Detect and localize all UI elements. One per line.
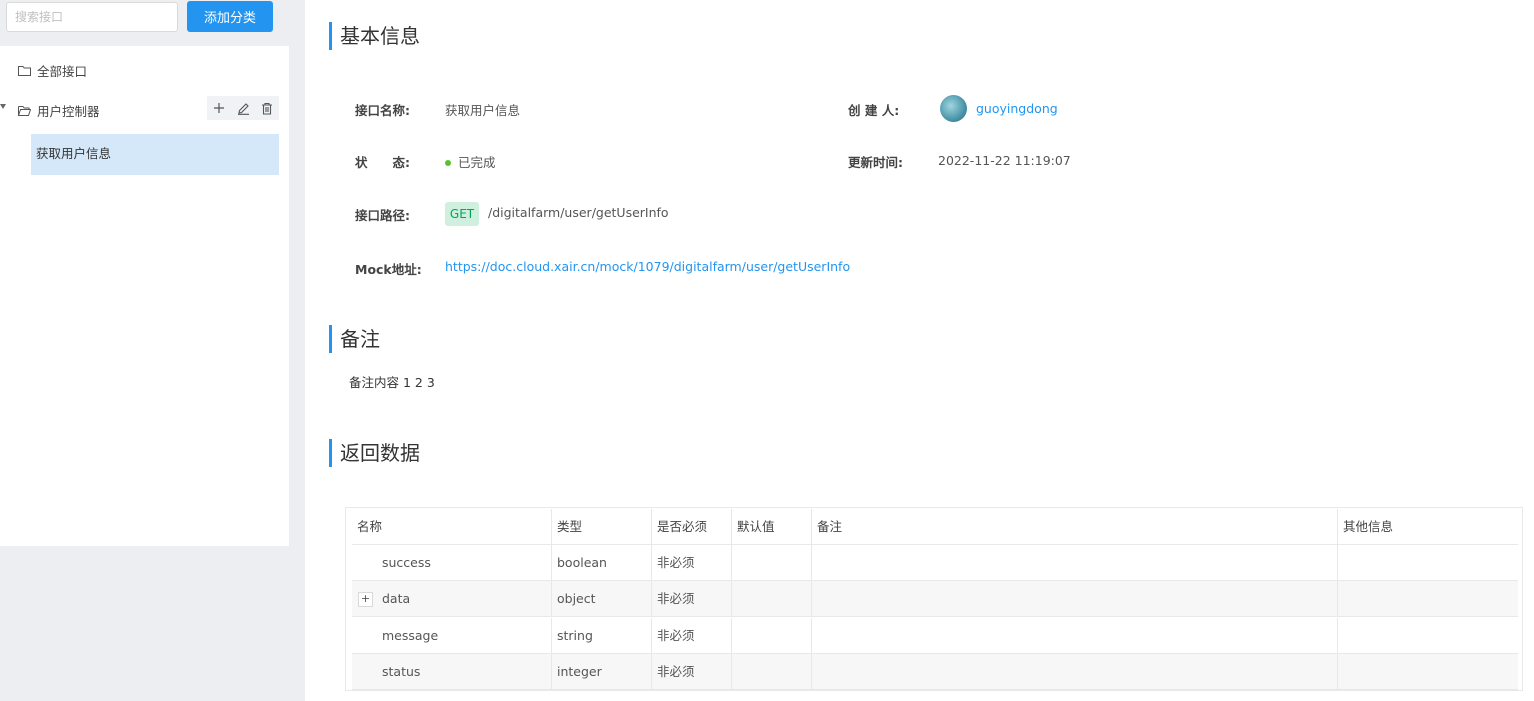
field-required: 非必须 xyxy=(652,545,732,580)
caret-down-icon[interactable] xyxy=(0,104,6,109)
group-actions xyxy=(207,96,279,120)
sidebar: 添加分类 全部接口 用户控制器 获取用户信息 xyxy=(0,0,289,546)
field-required: 非必须 xyxy=(652,581,732,616)
table-row: + data object 非必须 xyxy=(352,581,1518,617)
mock-url-link[interactable]: https://doc.cloud.xair.cn/mock/1079/digi… xyxy=(445,259,850,274)
field-required: 非必须 xyxy=(652,654,732,689)
table-row: status integer 非必须 xyxy=(352,654,1518,690)
field-type: boolean xyxy=(552,545,652,580)
name-label: 接口名称: xyxy=(355,103,410,118)
field-default xyxy=(732,654,812,689)
updated-value: 2022-11-22 11:19:07 xyxy=(938,153,1071,168)
field-other xyxy=(1338,618,1518,653)
response-table: 名称 类型 是否必须 默认值 备注 其他信息 success boolean 非… xyxy=(345,507,1523,691)
remark-content: 备注内容 1 2 3 xyxy=(349,375,435,390)
status-dot-icon xyxy=(445,159,451,166)
column-header: 备注 xyxy=(812,509,1338,544)
table-row: success boolean 非必须 xyxy=(352,545,1518,581)
creator-link[interactable]: guoyingdong xyxy=(976,101,1058,116)
field-remark xyxy=(812,654,1338,689)
column-header: 名称 xyxy=(352,509,552,544)
path-label: 接口路径: xyxy=(355,208,410,223)
field-other xyxy=(1338,581,1518,616)
avatar[interactable] xyxy=(940,95,967,122)
tree-item-label: 获取用户信息 xyxy=(36,146,112,161)
column-header: 是否必须 xyxy=(652,509,732,544)
column-header: 其他信息 xyxy=(1343,519,1394,534)
field-other xyxy=(1338,545,1518,580)
field-remark xyxy=(812,581,1338,616)
section-title-remark: 备注 xyxy=(329,325,380,353)
status-text: 已完成 xyxy=(458,155,496,170)
status-label: 状 态: xyxy=(355,155,410,170)
updated-label: 更新时间: xyxy=(848,155,903,170)
field-name-text: data xyxy=(382,591,411,606)
column-header: 默认值 xyxy=(732,509,812,544)
search-input[interactable] xyxy=(6,2,178,32)
field-default xyxy=(732,618,812,653)
add-icon[interactable] xyxy=(210,99,228,117)
field-default xyxy=(732,545,812,580)
delete-icon[interactable] xyxy=(258,99,276,117)
field-name: success xyxy=(352,545,552,580)
field-remark xyxy=(812,618,1338,653)
tree-item-all-interfaces[interactable]: 全部接口 xyxy=(18,61,87,80)
tree-item-label: 全部接口 xyxy=(37,64,88,79)
tree-item-selected[interactable]: 获取用户信息 xyxy=(31,134,279,175)
field-default xyxy=(732,581,812,616)
field-type: object xyxy=(552,581,652,616)
field-other xyxy=(1338,654,1518,689)
column-header: 类型 xyxy=(552,509,652,544)
method-badge: GET xyxy=(445,202,479,226)
field-name: + data xyxy=(352,581,552,616)
add-category-button[interactable]: 添加分类 xyxy=(187,1,273,32)
expand-icon[interactable]: + xyxy=(358,592,373,607)
section-title-basic-info: 基本信息 xyxy=(329,22,420,50)
mock-label: Mock地址: xyxy=(355,262,422,277)
field-type: string xyxy=(552,618,652,653)
sidebar-toolbar: 添加分类 xyxy=(0,0,289,46)
status-value: 已完成 xyxy=(445,152,496,171)
table-header-row: 名称 类型 是否必须 默认值 备注 其他信息 xyxy=(352,509,1518,545)
folder-icon xyxy=(18,65,31,76)
section-title-response: 返回数据 xyxy=(329,439,420,467)
field-name: status xyxy=(352,654,552,689)
table-row: message string 非必须 xyxy=(352,618,1518,654)
field-required: 非必须 xyxy=(652,618,732,653)
creator-label: 创 建 人: xyxy=(848,103,900,118)
tree-item-label: 用户控制器 xyxy=(37,104,100,119)
name-value: 获取用户信息 xyxy=(445,103,521,118)
field-name: message xyxy=(352,618,552,653)
path-value: /digitalfarm/user/getUserInfo xyxy=(488,205,669,220)
folder-open-icon xyxy=(18,105,31,116)
edit-icon[interactable] xyxy=(234,99,252,117)
field-type: integer xyxy=(552,654,652,689)
field-remark xyxy=(812,545,1338,580)
tree-item-group[interactable]: 用户控制器 xyxy=(18,101,100,120)
